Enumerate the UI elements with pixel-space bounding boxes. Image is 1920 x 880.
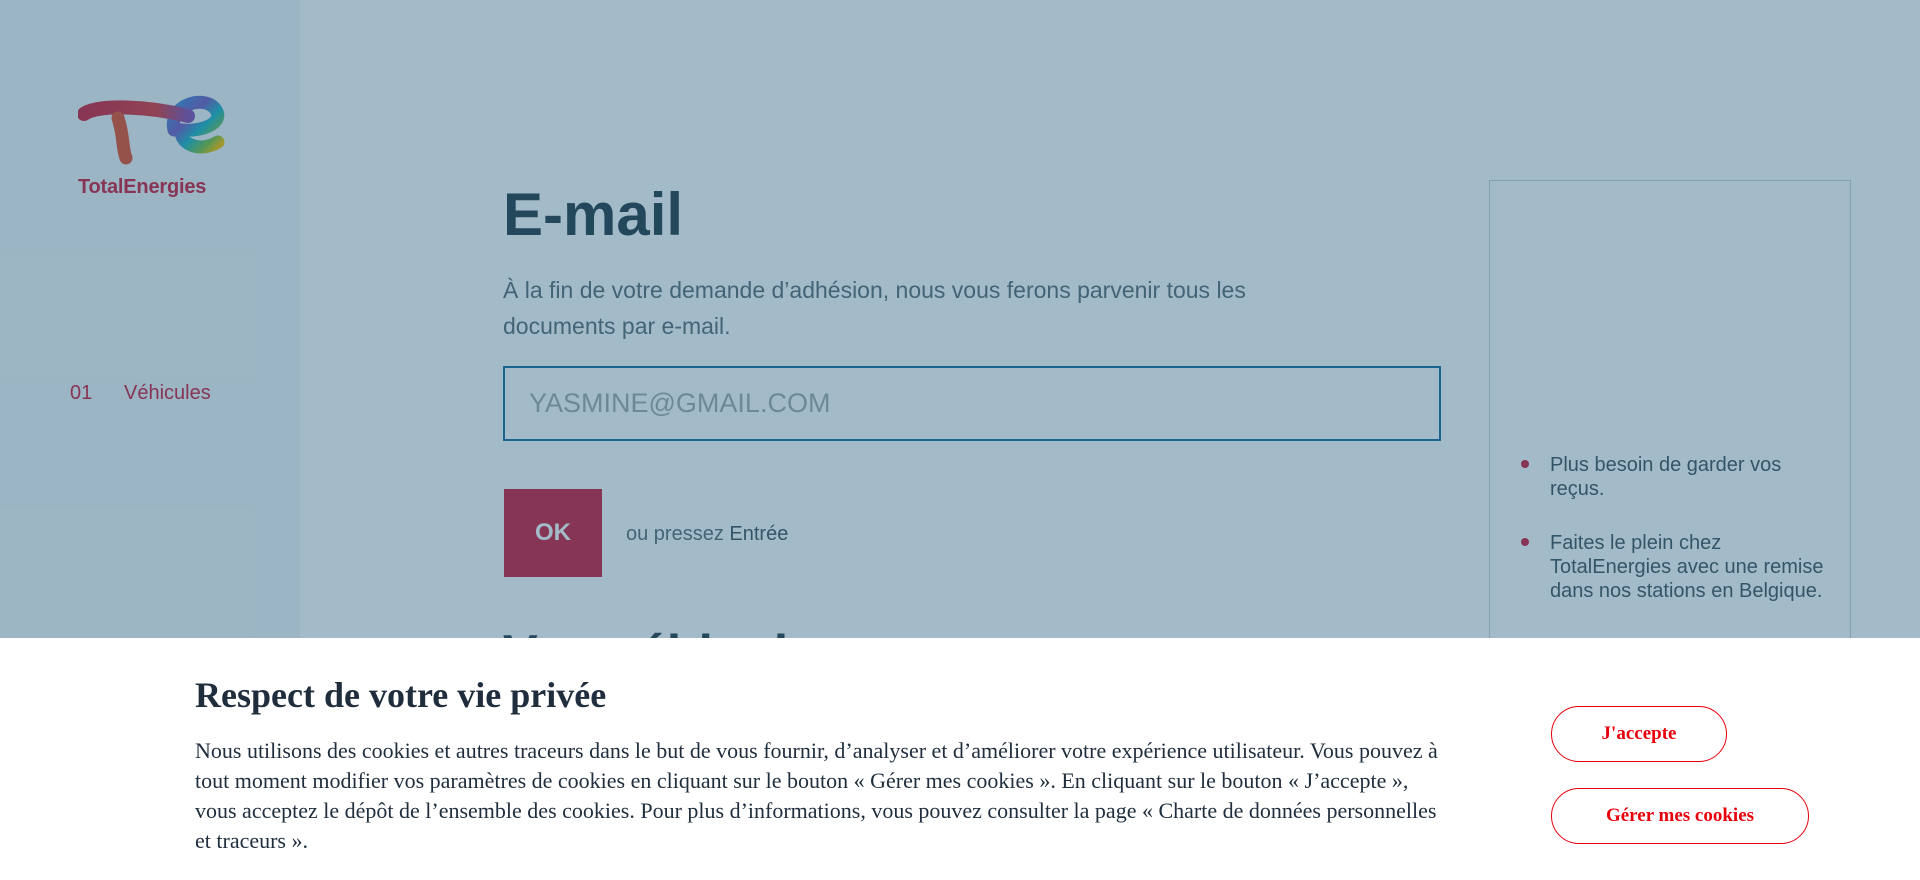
accept-cookies-button[interactable]: J'accepte [1551,706,1727,762]
cookie-banner-text: Nous utilisons des cookies et autres tra… [195,738,1438,853]
cookie-banner: Respect de votre vie privée Nous utiliso… [0,638,1920,880]
manage-cookies-button[interactable]: Gérer mes cookies [1551,788,1809,844]
cookie-banner-title: Respect de votre vie privée [195,675,607,715]
